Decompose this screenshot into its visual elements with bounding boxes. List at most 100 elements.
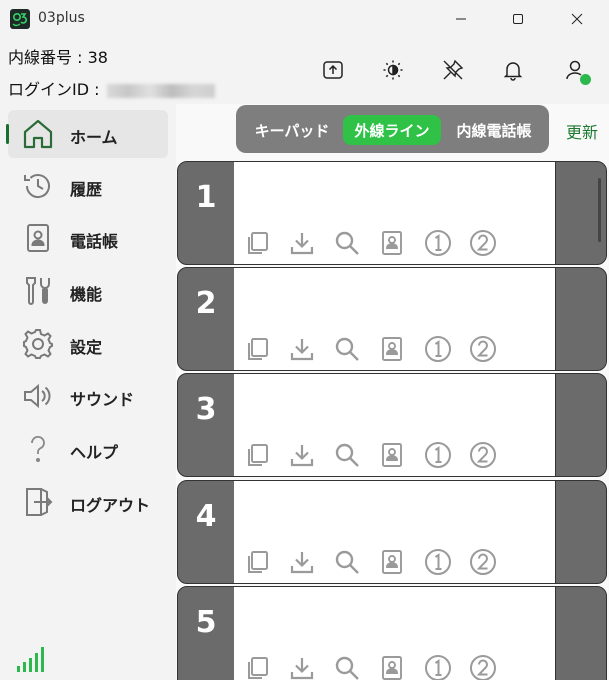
copy-icon[interactable] [241,546,273,578]
circle-one-icon[interactable] [422,546,454,578]
line-number: 4 [195,499,217,534]
bell-icon [503,62,523,81]
sidebar-item-label: 電話帳 [70,232,119,251]
tab-external-lines[interactable]: 外線ライン [343,115,441,145]
line-number: 3 [195,392,217,427]
external-line-row[interactable]: 5 [177,586,608,680]
tools-icon [20,273,56,309]
sidebar-item-logout[interactable]: ログアウト [8,478,168,526]
download-icon[interactable] [286,333,318,365]
logout-icon [20,484,56,520]
speaker-icon [20,378,56,414]
copy-icon[interactable] [241,227,273,259]
search-icon[interactable] [331,439,363,471]
extension-number: 内線番号 : 38 [8,48,108,67]
sidebar-item-label: サウンド [70,390,135,409]
upload-button[interactable] [319,56,347,84]
contact-card-icon[interactable] [376,227,408,259]
gear-icon [20,326,56,362]
title-bar: 03plus [0,0,609,38]
close-button[interactable] [557,6,597,32]
sidebar-item-settings[interactable]: 設定 [8,320,168,368]
copy-icon[interactable] [241,652,273,680]
external-line-row[interactable]: 4 [177,480,608,584]
sidebar-item-home[interactable]: ホーム [6,110,168,158]
sidebar-item-contacts[interactable]: 電話帳 [8,214,168,262]
tab-keypad[interactable]: キーパッド [246,115,338,145]
line-mode-tabs: キーパッド 外線ライン 内線電話帳 [236,105,549,153]
sidebar-item-label: ヘルプ [70,443,119,462]
search-icon[interactable] [331,652,363,680]
circle-one-icon[interactable] [422,333,454,365]
line-action-panel[interactable] [555,586,607,680]
unpin-button[interactable] [439,56,467,84]
sidebar-item-history[interactable]: 履歴 [8,162,168,210]
tab-internal-directory[interactable]: 内線電話帳 [446,115,542,145]
brightness-button[interactable] [379,56,407,84]
line-number-badge: 2 [177,267,235,371]
sidebar-item-label: ログアウト [70,496,151,515]
line-number: 5 [195,605,217,640]
brightness-icon [383,60,403,80]
search-icon[interactable] [331,333,363,365]
line-number-badge: 4 [177,480,235,584]
line-action-panel[interactable] [555,373,607,477]
circle-one-icon[interactable] [422,652,454,680]
sidebar-item-sound[interactable]: サウンド [8,372,168,420]
circle-one-icon[interactable] [422,439,454,471]
help-icon [20,431,56,467]
search-icon[interactable] [331,546,363,578]
circle-two-icon[interactable] [467,333,499,365]
line-number-badge: 5 [177,586,235,680]
app-title: 03plus [38,10,85,26]
download-icon[interactable] [286,546,318,578]
active-indicator [6,124,9,144]
close-icon [571,13,583,25]
copy-icon[interactable] [241,439,273,471]
circle-two-icon[interactable] [467,227,499,259]
search-icon[interactable] [331,227,363,259]
login-id-redacted [106,83,215,98]
contact-card-icon[interactable] [376,439,408,471]
login-id-row: ログインID : [8,76,215,100]
download-icon[interactable] [286,227,318,259]
minimize-icon [456,18,466,20]
circle-two-icon[interactable] [467,546,499,578]
contact-card-icon[interactable] [376,652,408,680]
unpin-icon [443,59,464,80]
contact-card-icon[interactable] [376,333,408,365]
contacts-icon [20,220,56,256]
sidebar-item-label: 設定 [70,338,103,357]
refresh-button[interactable]: 更新 [566,119,598,143]
circle-one-icon[interactable] [422,227,454,259]
external-line-row[interactable]: 3 [177,373,608,477]
sidebar-item-label: 機能 [70,285,103,304]
notifications-button[interactable] [499,56,527,84]
copy-icon[interactable] [241,333,273,365]
circle-two-icon[interactable] [467,439,499,471]
line-action-panel[interactable] [555,267,607,371]
sidebar-item-help[interactable]: ヘルプ [8,425,168,473]
line-number-badge: 1 [177,161,235,265]
sidebar-item-label: ホーム [70,128,118,147]
line-action-panel[interactable] [555,480,607,584]
download-icon[interactable] [286,652,318,680]
app-logo [10,9,30,29]
line-number: 2 [195,286,217,321]
line-number: 1 [195,180,217,215]
line-number-badge: 3 [177,373,235,477]
minimize-button[interactable] [441,6,481,32]
circle-two-icon[interactable] [467,652,499,680]
sidebar-item-label: 履歴 [70,180,103,199]
history-icon [20,168,56,204]
status-indicator [579,73,592,86]
download-icon[interactable] [286,439,318,471]
sidebar-item-features[interactable]: 機能 [8,267,168,315]
external-line-row[interactable]: 1 [177,161,608,265]
external-line-row[interactable]: 2 [177,267,608,371]
signal-icon [16,644,50,678]
contact-card-icon[interactable] [376,546,408,578]
maximize-button[interactable] [498,6,538,32]
scrollbar-thumb[interactable] [598,178,601,242]
maximize-icon [513,14,523,24]
